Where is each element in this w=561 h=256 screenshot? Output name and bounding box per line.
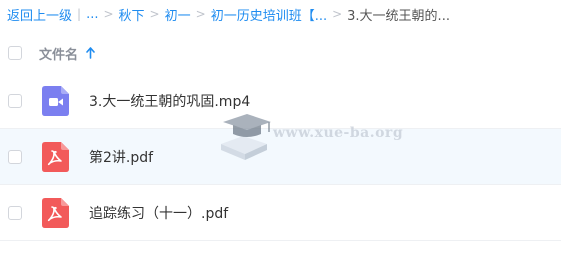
breadcrumb-item-qiuxia[interactable]: 秋下 bbox=[119, 5, 145, 24]
back-link[interactable]: 返回上一级 bbox=[7, 5, 72, 24]
filename-column-label: 文件名 bbox=[39, 47, 79, 63]
breadcrumb-item-history-class[interactable]: 初一历史培训班【... bbox=[211, 5, 327, 24]
file-name[interactable]: 3.大一统王朝的巩固.mp4 bbox=[89, 91, 250, 111]
sort-ascending-icon[interactable] bbox=[86, 47, 95, 59]
file-list-header: 文件名 bbox=[0, 34, 561, 72]
file-row[interactable]: 第2讲.pdf bbox=[0, 129, 561, 185]
chevron-right-icon: > bbox=[195, 7, 206, 21]
breadcrumb: 返回上一级 | ... > 秋下 > 初一 > 初一历史培训班【... > 3.… bbox=[7, 4, 450, 24]
video-file-icon bbox=[42, 86, 69, 116]
filename-column-header[interactable]: 文件名 bbox=[39, 44, 95, 63]
breadcrumb-ellipsis[interactable]: ... bbox=[86, 7, 98, 22]
row-checkbox[interactable] bbox=[8, 206, 22, 220]
breadcrumb-divider: | bbox=[77, 7, 82, 21]
file-row[interactable]: 3.大一统王朝的巩固.mp4 bbox=[0, 73, 561, 129]
select-all-checkbox[interactable] bbox=[8, 46, 22, 60]
file-name[interactable]: 第2讲.pdf bbox=[89, 147, 153, 167]
breadcrumb-item-chuyi[interactable]: 初一 bbox=[165, 5, 191, 24]
pdf-file-icon bbox=[42, 198, 69, 228]
file-name[interactable]: 追踪练习（十一）.pdf bbox=[89, 203, 228, 223]
row-checkbox[interactable] bbox=[8, 94, 22, 108]
row-checkbox[interactable] bbox=[8, 150, 22, 164]
file-row[interactable]: 追踪练习（十一）.pdf bbox=[0, 185, 561, 241]
breadcrumb-current: 3.大一统王朝的... bbox=[347, 8, 450, 24]
chevron-right-icon: > bbox=[103, 7, 114, 21]
chevron-right-icon: > bbox=[332, 7, 343, 21]
pdf-file-icon bbox=[42, 142, 69, 172]
chevron-right-icon: > bbox=[149, 7, 160, 21]
